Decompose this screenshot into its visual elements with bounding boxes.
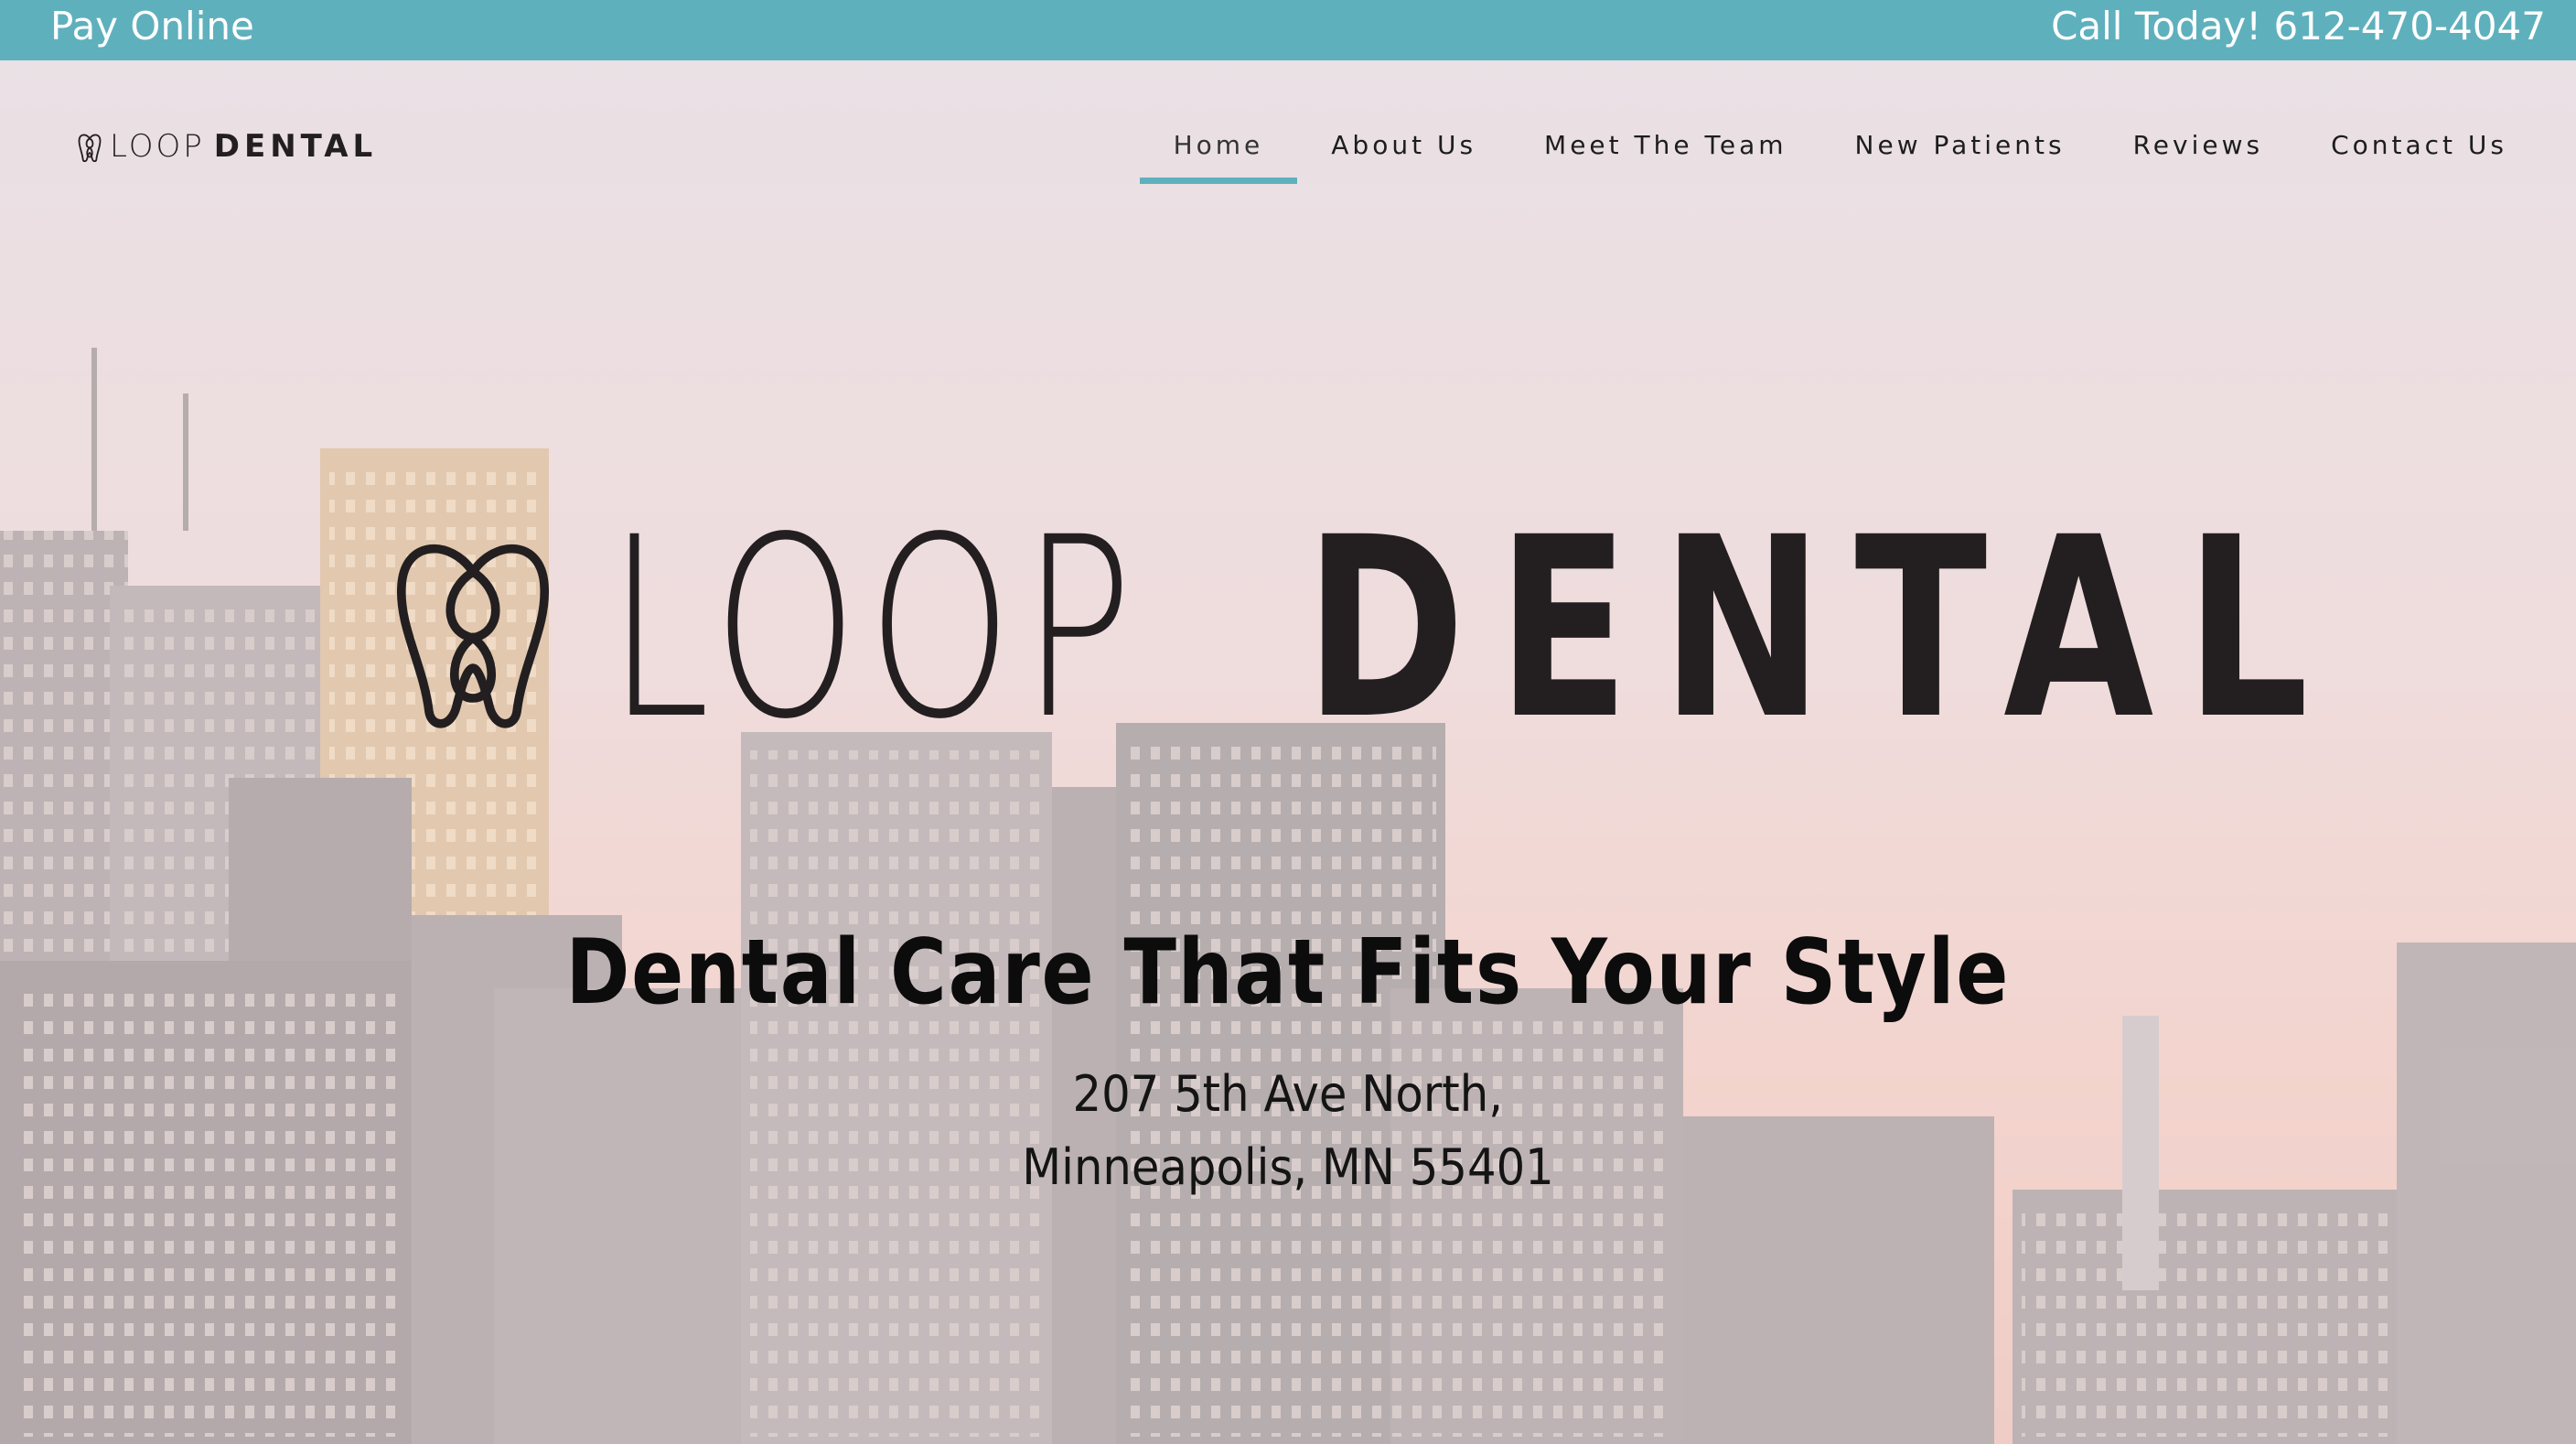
logo-dental-text: DENTAL [213,128,378,165]
tooth-loop-icon [397,544,549,728]
nav-meet-the-team[interactable]: Meet The Team [1510,121,1820,184]
call-today-phone-link[interactable]: Call Today! 612-470-4047 [2051,4,2546,49]
site-header: LOOP DENTAL Home About Us Meet The Team … [0,60,2576,189]
nav-reviews[interactable]: Reviews [2099,121,2298,184]
nav-home[interactable]: Home [1139,121,1298,184]
header-logo[interactable]: LOOP DENTAL [77,128,377,165]
hero-tagline-text: Dental Care That Fits Your Style [565,921,2011,1025]
hero-tagline: Dental Care That Fits Your Style [0,921,2576,1025]
nav-new-patients[interactable]: New Patients [1821,121,2099,184]
hero-loop-text: LOOP [607,485,1143,774]
logo-loop-text: LOOP [110,128,205,165]
page: Pay Online Call Today! 612-470-4047 LOOP… [0,0,2576,1444]
main-navigation: Home About Us Meet The Team New Patients… [1139,121,2541,184]
address-line-2: Minneapolis, MN 55401 [1022,1138,1554,1196]
hero-address: 207 5th Ave North, Minneapolis, MN 55401 [0,1058,2576,1204]
hero-dental-text: DENTAL [1304,485,2341,774]
hero-logo: LOOP DENTAL [390,485,2309,774]
nav-contact-us[interactable]: Contact Us [2297,121,2541,184]
address-line-1: 207 5th Ave North, [1072,1065,1504,1123]
pay-online-link[interactable]: Pay Online [50,4,254,49]
tooth-loop-icon [78,134,102,162]
top-bar: Pay Online Call Today! 612-470-4047 [0,0,2576,60]
nav-about-us[interactable]: About Us [1297,121,1510,184]
